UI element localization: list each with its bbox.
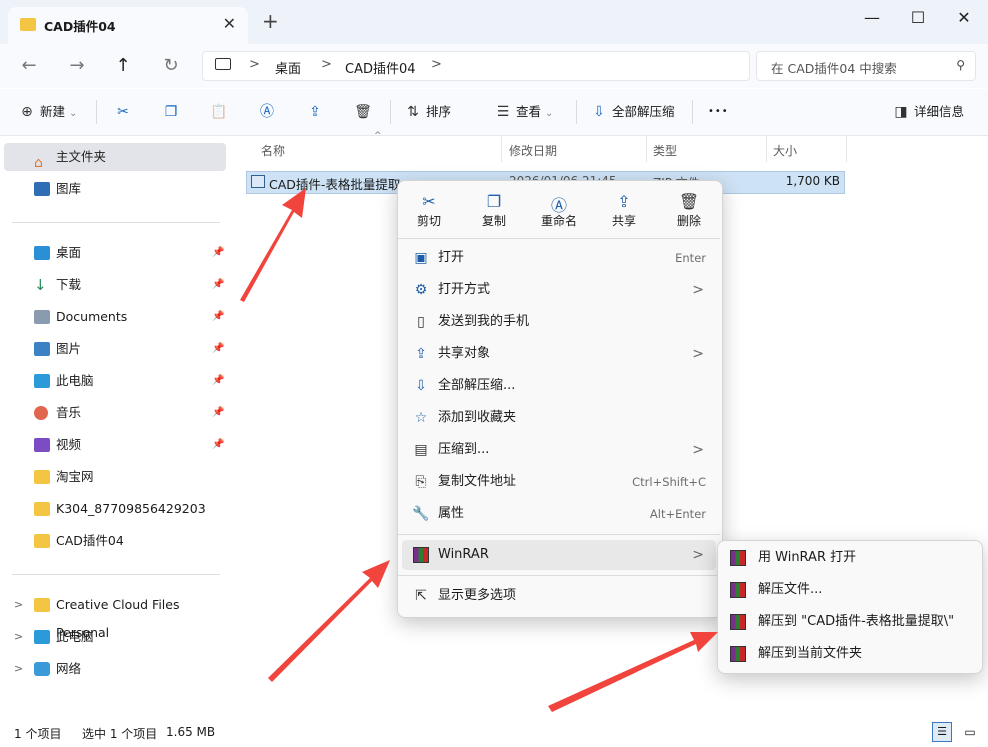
red-arrow-icon	[240, 188, 718, 712]
annotation-arrows	[240, 188, 718, 712]
